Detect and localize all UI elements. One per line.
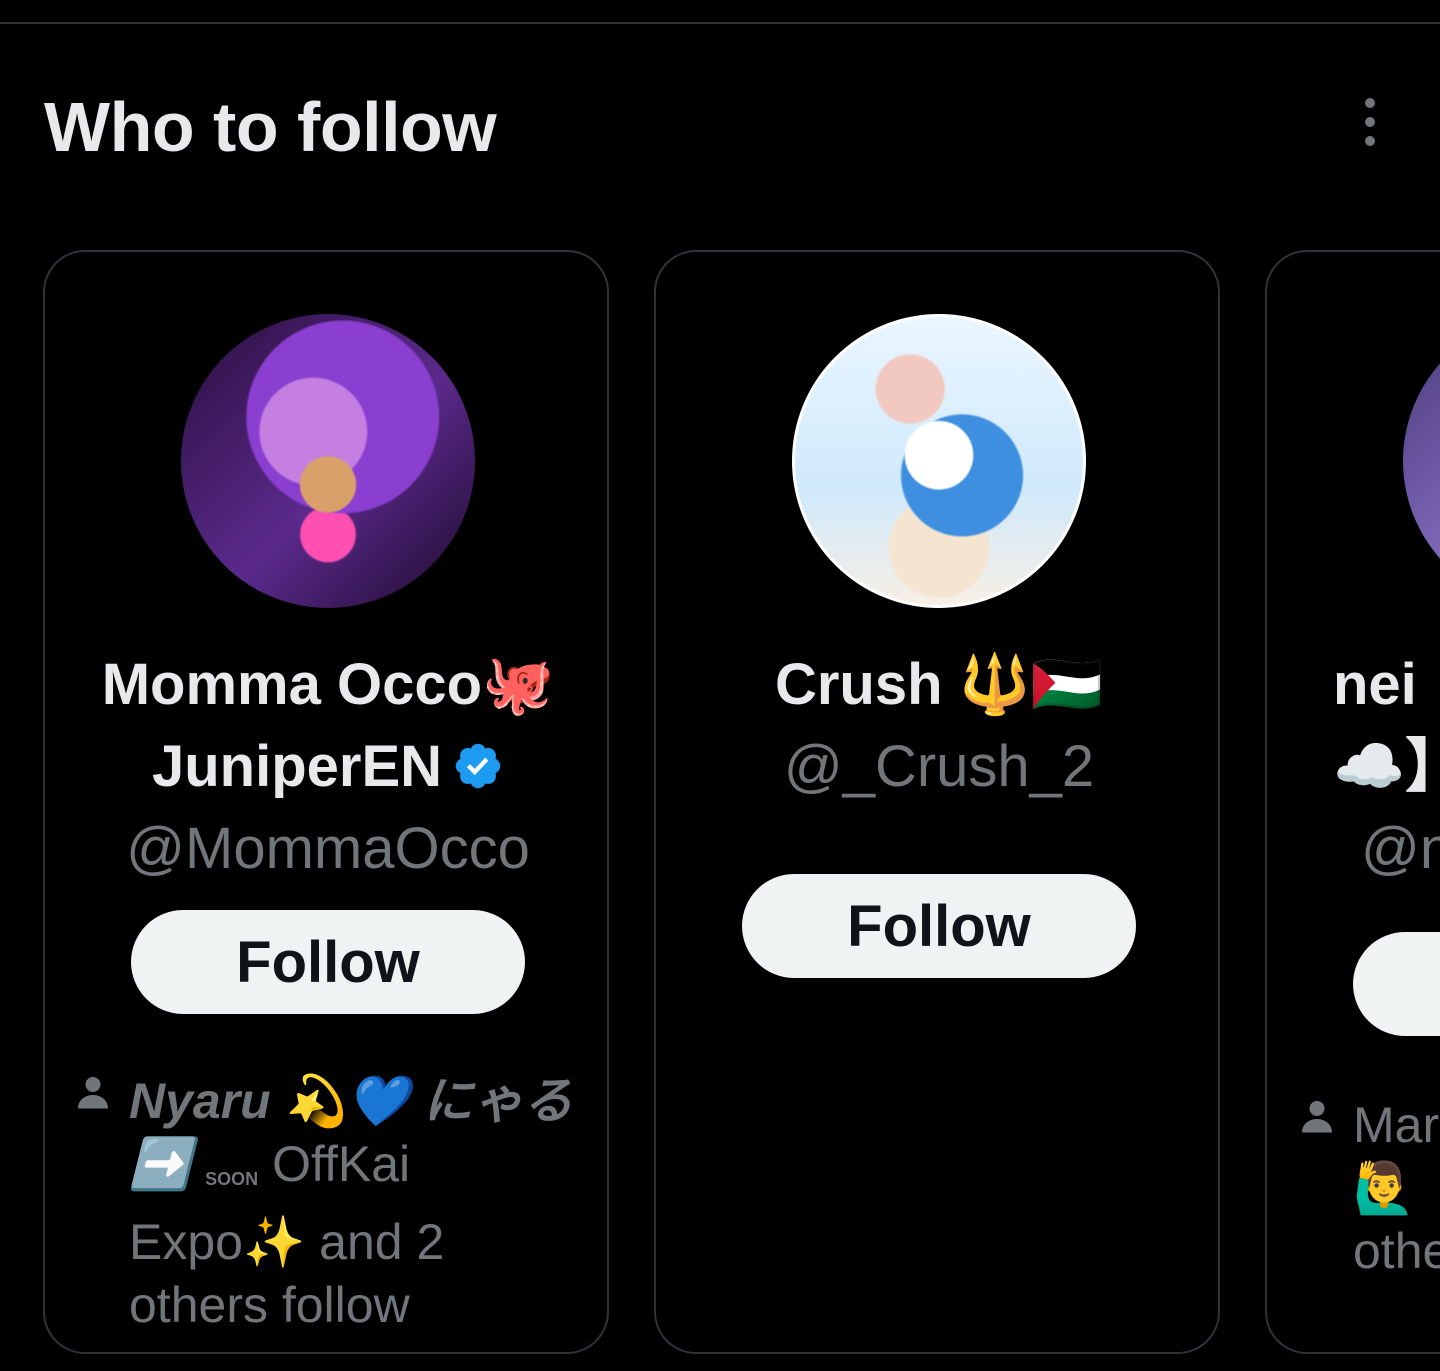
display-name-text: JuniperEN <box>151 734 443 799</box>
person-icon <box>78 1077 108 1109</box>
more-options-button[interactable] <box>1350 96 1390 148</box>
avatar[interactable] <box>1403 314 1440 608</box>
display-name[interactable]: Crush 🔱🇵🇸 <box>656 644 1222 726</box>
follow-button[interactable] <box>1353 932 1440 1036</box>
name-block: Momma Occo🐙 JuniperEN @MommaOcco <box>45 644 611 890</box>
user-card-crush[interactable]: Crush 🔱🇵🇸 @_Crush_2 Follow <box>654 250 1220 1354</box>
top-divider <box>0 22 1440 24</box>
user-handle[interactable]: @MommaOcco <box>45 808 611 890</box>
name-block: Crush 🔱🇵🇸 @_Crush_2 <box>656 644 1222 808</box>
display-name-line1[interactable]: Momma Occo🐙 <box>45 644 611 726</box>
verified-badge-icon <box>455 743 501 789</box>
who-to-follow-header: Who to follow <box>44 82 1424 172</box>
avatar[interactable] <box>792 314 1086 608</box>
follow-button[interactable]: Follow <box>131 910 525 1014</box>
person-icon <box>1302 1101 1332 1133</box>
soon-badge: SOON <box>205 1169 259 1189</box>
user-handle[interactable]: @_Crush_2 <box>656 726 1222 808</box>
display-name-line2[interactable]: ☁️】 <box>1333 726 1440 808</box>
user-card-nei[interactable]: nei ☁️】 @n Mar 🙋‍♂️ othe <box>1265 250 1440 1354</box>
display-name-line2[interactable]: JuniperEN <box>45 726 611 808</box>
social-context-text: Nyaru 💫💙 にゃる ➡️ SOON OffKai Expo✨ and 2 … <box>129 1070 589 1337</box>
user-card-momma-occo[interactable]: Momma Occo🐙 JuniperEN @MommaOcco Follow … <box>43 250 609 1354</box>
suggestion-carousel[interactable]: Momma Occo🐙 JuniperEN @MommaOcco Follow … <box>0 250 1440 1360</box>
social-line-3: othe <box>1353 1223 1440 1279</box>
display-name-line1[interactable]: nei <box>1333 644 1440 726</box>
social-line-1: Mar <box>1353 1097 1440 1153</box>
name-block: nei ☁️】 @n <box>1333 644 1440 890</box>
user-handle[interactable]: @n <box>1333 808 1440 890</box>
section-title: Who to follow <box>44 88 497 166</box>
social-context-text: Mar 🙋‍♂️ othe <box>1353 1094 1440 1283</box>
social-line-2: 🙋‍♂️ <box>1353 1160 1416 1216</box>
avatar[interactable] <box>181 314 475 608</box>
follow-button[interactable]: Follow <box>742 874 1136 978</box>
more-vertical-icon <box>1365 98 1375 108</box>
